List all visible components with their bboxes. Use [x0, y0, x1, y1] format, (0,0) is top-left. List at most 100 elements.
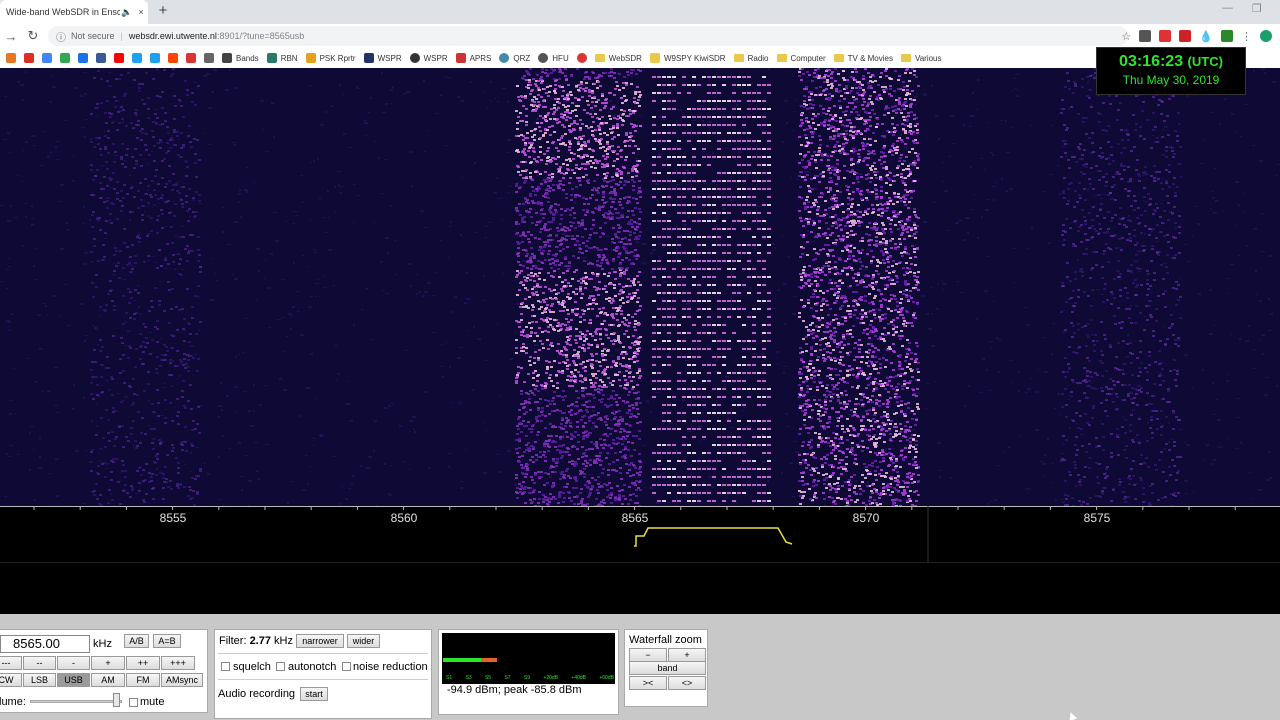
filter-width: 2.77	[249, 635, 271, 647]
divider	[0, 562, 1280, 563]
utc-clock: 03:16:23 (UTC) Thu May 30, 2019	[1096, 47, 1246, 95]
zoom-out-button[interactable]: −	[629, 648, 667, 662]
smeter-tick: S1	[446, 675, 453, 681]
zoom-in-button[interactable]: +	[668, 648, 706, 662]
bookmark-folder-various[interactable]: Various	[900, 54, 942, 63]
step-down-medium-button[interactable]: --	[23, 656, 56, 670]
bookmark-icon-only[interactable]	[114, 53, 124, 63]
recording-start-button[interactable]: start	[300, 687, 328, 701]
step-down-small-button[interactable]: -	[57, 656, 90, 670]
browser-tab[interactable]: Wide-band WebSDR in Ensc 🔈 ×	[0, 0, 148, 24]
divider	[218, 653, 428, 654]
bookmark-icon-only[interactable]	[6, 53, 16, 63]
smeter-tick: +20dB	[543, 675, 559, 681]
mode-lsb-button[interactable]: LSB	[23, 673, 56, 687]
filter-wider-button[interactable]: wider	[347, 634, 380, 648]
tab-title: Wide-band WebSDR in Ensc	[6, 7, 120, 17]
step-up-medium-button[interactable]: ++	[126, 656, 160, 670]
smeter-tick: S9	[523, 675, 531, 681]
waterfall-display[interactable]	[0, 68, 1280, 506]
info-icon[interactable]: ⓘ	[56, 29, 66, 44]
bookmark-icon-only[interactable]	[24, 53, 34, 63]
autonotch-checkbox[interactable]	[276, 662, 285, 671]
smeter-level-bar	[443, 658, 481, 662]
bookmark-wspr-2[interactable]: WSPR	[409, 53, 448, 63]
address-bar[interactable]: ⓘ Not secure | websdr.ewi.utwente.nl :89…	[48, 26, 1128, 46]
zoom-wide-button[interactable]: <>	[668, 676, 706, 690]
vfo-ab-button[interactable]: A/B	[124, 634, 149, 648]
audio-recording-label: Audio recording	[218, 688, 296, 700]
step-up-small-button[interactable]: +	[91, 656, 125, 670]
bookmark-icon-only[interactable]	[42, 53, 52, 63]
bookmark-aprs[interactable]: APRS	[455, 53, 491, 63]
bookmark-icon-only[interactable]	[132, 53, 142, 63]
websdr-window: Wide-band WebSDR in Ensc 🔈 × + — ❐ → ↻ ⓘ…	[0, 0, 1280, 720]
bookmark-qrz[interactable]: QRZ	[499, 53, 530, 63]
step-up-large-button[interactable]: +++	[161, 656, 195, 670]
extension-icon[interactable]	[1221, 30, 1233, 42]
profile-avatar[interactable]	[1260, 30, 1272, 42]
menu-icon[interactable]: ⋮	[1241, 30, 1252, 43]
bookmark-icon-only[interactable]	[168, 53, 178, 63]
close-tab-icon[interactable]: ×	[134, 7, 148, 17]
filter-narrower-button[interactable]: narrower	[296, 634, 344, 648]
frequency-scale[interactable]: 8555 8560 8565 8570 8575	[0, 506, 1280, 562]
mute-checkbox[interactable]	[129, 698, 138, 707]
folder-icon	[833, 54, 844, 62]
extension-icon[interactable]	[1139, 30, 1152, 42]
new-tab-button[interactable]: +	[154, 2, 172, 20]
bookmark-icon-only[interactable]	[186, 53, 196, 63]
reload-icon[interactable]: ↻	[22, 28, 44, 44]
maximize-icon[interactable]: ❐	[1252, 2, 1262, 15]
drop-icon[interactable]: 💧	[1199, 30, 1213, 43]
mode-fm-button[interactable]: FM	[126, 673, 160, 687]
volume-slider-track[interactable]	[30, 700, 122, 703]
bookmark-folder-computer[interactable]: Computer	[776, 54, 826, 63]
bookmark-rbn[interactable]: RBN	[266, 53, 298, 63]
bookmark-icon-only[interactable]	[78, 53, 88, 63]
bookmark-folder-tv[interactable]: TV & Movies	[833, 54, 893, 63]
zoom-narrow-button[interactable]: ><	[629, 676, 667, 690]
mode-am-button[interactable]: AM	[91, 673, 125, 687]
frequency-unit: kHz	[93, 638, 112, 650]
volume-slider-thumb[interactable]	[113, 693, 120, 707]
passband-indicator	[634, 527, 793, 547]
mode-cw-button[interactable]: CW	[0, 673, 22, 687]
noise-reduction-checkbox[interactable]	[342, 662, 351, 671]
bookmark-kiwisdr[interactable]: W9SPY KiwiSDR	[649, 53, 726, 63]
tick-label: 8565	[621, 511, 649, 525]
extension-icon[interactable]	[1179, 30, 1192, 42]
frequency-input[interactable]: 8565.00	[0, 635, 90, 653]
bookmark-hfu[interactable]: HFU	[538, 53, 569, 63]
smeter-scale: S1 S3 S5 S7 S9 +20dB +40dB +60dB	[446, 675, 614, 681]
autonotch-label: autonotch	[288, 661, 337, 673]
bookmark-icon-only[interactable]	[150, 53, 160, 63]
noise-reduction-label: noise reduction	[353, 661, 428, 673]
smeter-tick: S7	[504, 675, 511, 681]
bookmark-icon-only[interactable]	[576, 53, 587, 63]
folder-icon	[594, 54, 605, 62]
bookmark-icon-only[interactable]	[204, 53, 214, 63]
forward-icon[interactable]: →	[0, 29, 22, 44]
bookmark-folder-websdr[interactable]: WebSDR	[594, 54, 642, 63]
bookmark-folder-radio[interactable]: Radio	[733, 54, 769, 63]
mode-amsync-button[interactable]: AMsync	[161, 673, 203, 687]
vfo-aeqb-button[interactable]: A=B	[153, 634, 181, 648]
mode-usb-button[interactable]: USB	[57, 673, 90, 687]
squelch-checkbox[interactable]	[221, 662, 230, 671]
controls-panel: 8565.00 kHz A/B A=B --- -- - + ++ +++ CW…	[0, 614, 1280, 720]
bookmark-icon-only[interactable]	[60, 53, 70, 63]
folder-icon	[733, 54, 744, 62]
star-icon[interactable]: ☆	[1121, 30, 1131, 43]
minimize-icon[interactable]: —	[1222, 2, 1233, 14]
bookmark-wspr[interactable]: WSPR	[363, 53, 402, 63]
bookmark-psk[interactable]: PSK Rprtr	[305, 53, 356, 63]
folder-icon	[776, 54, 787, 62]
url-path: :8901/?tune=8565usb	[216, 31, 305, 41]
extension-icon[interactable]	[1159, 30, 1172, 42]
zoom-band-button[interactable]: band	[629, 661, 706, 675]
bookmark-bands[interactable]: Bands	[222, 53, 259, 63]
step-down-large-button[interactable]: ---	[0, 656, 22, 670]
bookmark-icon-only[interactable]	[96, 53, 106, 63]
speaker-icon[interactable]: 🔈	[120, 7, 134, 18]
